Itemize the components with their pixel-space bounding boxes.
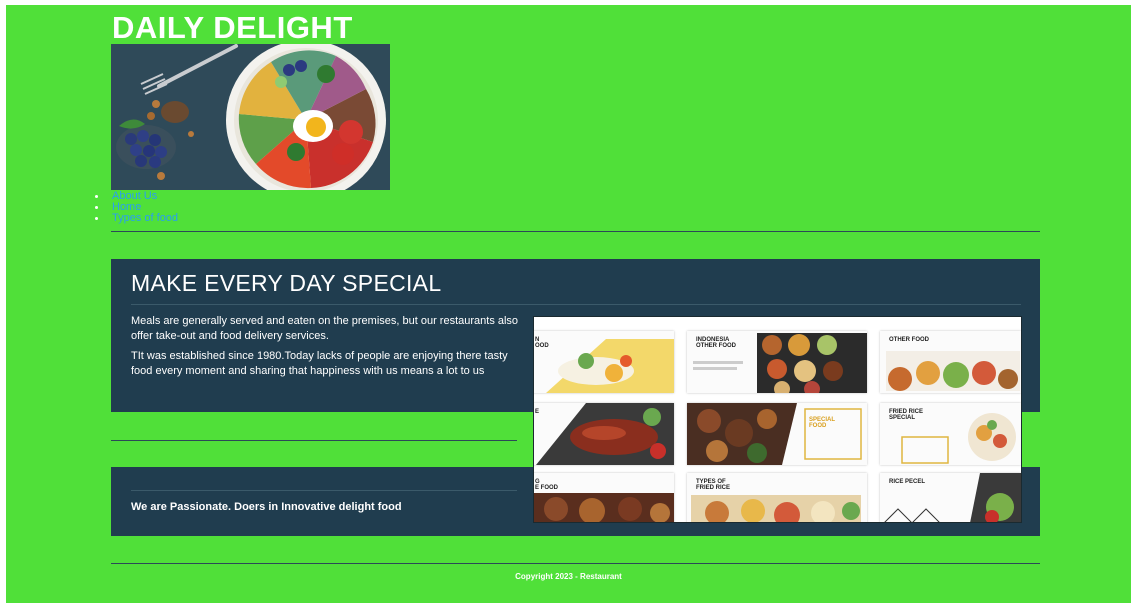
collage-tile: G E FOOD <box>534 473 674 522</box>
header-divider <box>111 231 1040 232</box>
bullet-icon <box>95 217 98 220</box>
nav-link-types-of-food[interactable]: Types of food <box>112 212 178 224</box>
salad-bowl-illustration <box>111 44 390 190</box>
food-menu-collage: N OOD INDONESIA OTHER FOOD OTHER FOOD E … <box>533 316 1022 523</box>
intro-paragraph-2: TIt was established since 1980.Today lac… <box>131 350 508 377</box>
page: DAILY DELIGHT About Us Home Types of foo… <box>6 5 1131 603</box>
collage-tile: RICE PECEL <box>880 473 1021 522</box>
blueberries <box>116 125 176 169</box>
collage-tile: N OOD <box>534 331 674 393</box>
footer-copyright: Copyright 2023 - Restaurant <box>515 572 622 581</box>
nav-menu: About Us Home Types of food <box>94 191 178 224</box>
section-heading: MAKE EVERY DAY SPECIAL <box>131 270 442 296</box>
hero-salad-image <box>111 44 390 190</box>
collage-tile: INDONESIA OTHER FOOD <box>687 331 867 393</box>
mid-divider <box>111 440 517 441</box>
heading-divider <box>131 304 1021 305</box>
collage-tile: TYPES OF FRIED RICE <box>687 473 867 522</box>
collage-tile: E <box>534 403 674 465</box>
bullet-icon <box>95 206 98 209</box>
collage-tile: SPECIAL FOOD <box>687 403 867 465</box>
intro-paragraph-1: Meals are generally served and eaten on … <box>131 315 519 342</box>
tagline-divider <box>131 490 517 491</box>
collage-tile: OTHER FOOD <box>880 331 1021 393</box>
salad-bowl <box>226 44 386 190</box>
nav-item-types-of-food[interactable]: Types of food <box>94 213 178 224</box>
collage-tile: FRIED RICE SPECIAL <box>880 403 1021 465</box>
bullet-icon <box>95 195 98 198</box>
site-title: DAILY DELIGHT <box>112 10 353 45</box>
tagline: We are Passionate. Doers in Innovative d… <box>131 501 402 513</box>
footer-divider <box>111 563 1040 564</box>
